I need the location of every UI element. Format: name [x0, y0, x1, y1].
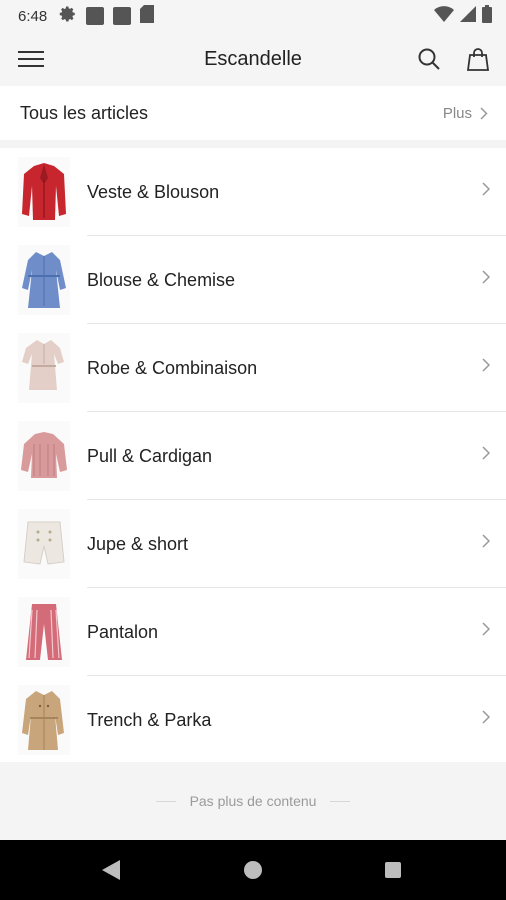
end-of-list-footer: Pas plus de contenu: [0, 762, 506, 840]
category-thumbnail: [18, 157, 70, 227]
category-label: Robe & Combinaison: [87, 357, 258, 378]
chevron-right-icon: [482, 270, 490, 284]
category-row-robe-combinaison[interactable]: Robe & Combinaison: [0, 324, 506, 412]
category-thumbnail: [18, 245, 70, 315]
all-articles-row[interactable]: Tous les articles Plus: [0, 86, 506, 140]
category-label: Trench & Parka: [87, 709, 212, 730]
search-button[interactable]: [414, 44, 444, 74]
back-icon[interactable]: [102, 860, 120, 880]
notification-square-icon: [113, 7, 132, 25]
footer-text: Pas plus de contenu: [189, 793, 317, 809]
category-row-pantalon[interactable]: Pantalon: [0, 588, 506, 676]
category-label: Jupe & short: [87, 533, 189, 554]
category-thumbnail: [18, 333, 70, 403]
category-list: Veste & Blouson Blouse & Chemise Robe & …: [0, 148, 506, 764]
chevron-right-icon: [482, 622, 490, 636]
category-thumbnail: [18, 421, 70, 491]
category-row-trench-parka[interactable]: Trench & Parka: [0, 676, 506, 764]
more-link[interactable]: Plus: [443, 105, 488, 122]
battery-icon: [482, 4, 492, 28]
category-thumbnail: [18, 685, 70, 755]
signal-icon: [460, 5, 476, 27]
chevron-right-icon: [480, 106, 488, 120]
notification-square-icon: [86, 7, 105, 25]
category-label: Pantalon: [87, 621, 159, 642]
menu-button[interactable]: [16, 45, 46, 73]
jacket-image: [22, 163, 66, 220]
home-icon[interactable]: [244, 861, 262, 879]
category-thumbnail: [18, 597, 70, 667]
status-bar: 6:48: [0, 0, 506, 32]
chevron-right-icon: [482, 182, 490, 196]
status-icons-right: [434, 4, 492, 28]
app-bar: Escandelle: [0, 32, 506, 86]
trousers-image: [26, 604, 62, 660]
wifi-icon: [434, 5, 454, 27]
category-thumbnail: [18, 509, 70, 579]
category-label: Blouse & Chemise: [87, 269, 236, 290]
shirt-dress-image: [22, 252, 66, 308]
all-articles-title: Tous les articles: [20, 102, 149, 123]
status-icons-left: [59, 4, 155, 28]
settings-icon: [59, 5, 77, 28]
more-label: Plus: [442, 104, 472, 122]
category-row-blouse-chemise[interactable]: Blouse & Chemise: [0, 236, 506, 324]
dress-image: [22, 340, 64, 390]
search-icon: [418, 48, 440, 70]
recents-icon[interactable]: [385, 862, 401, 878]
chevron-right-icon: [482, 710, 490, 724]
chevron-right-icon: [482, 534, 490, 548]
cardigan-image: [21, 432, 67, 478]
menu-icon: [18, 51, 44, 67]
shopping-bag-icon: [467, 48, 489, 71]
footer-divider-right: [330, 800, 351, 802]
shorts-image: [23, 521, 65, 565]
system-navigation-bar: [0, 840, 506, 900]
footer-divider-left: [155, 800, 176, 802]
category-row-pull-cardigan[interactable]: Pull & Cardigan: [0, 412, 506, 500]
section-divider: [0, 140, 506, 148]
category-row-veste-blouson[interactable]: Veste & Blouson: [0, 148, 506, 236]
sd-card-icon: [140, 4, 155, 28]
trench-coat-image: [22, 691, 64, 750]
status-time: 6:48: [18, 7, 48, 25]
category-label: Pull & Cardigan: [87, 445, 213, 466]
chevron-right-icon: [482, 446, 490, 460]
category-row-jupe-short[interactable]: Jupe & short: [0, 500, 506, 588]
shopping-bag-button[interactable]: [463, 44, 493, 74]
category-label: Veste & Blouson: [87, 181, 220, 202]
chevron-right-icon: [482, 358, 490, 372]
